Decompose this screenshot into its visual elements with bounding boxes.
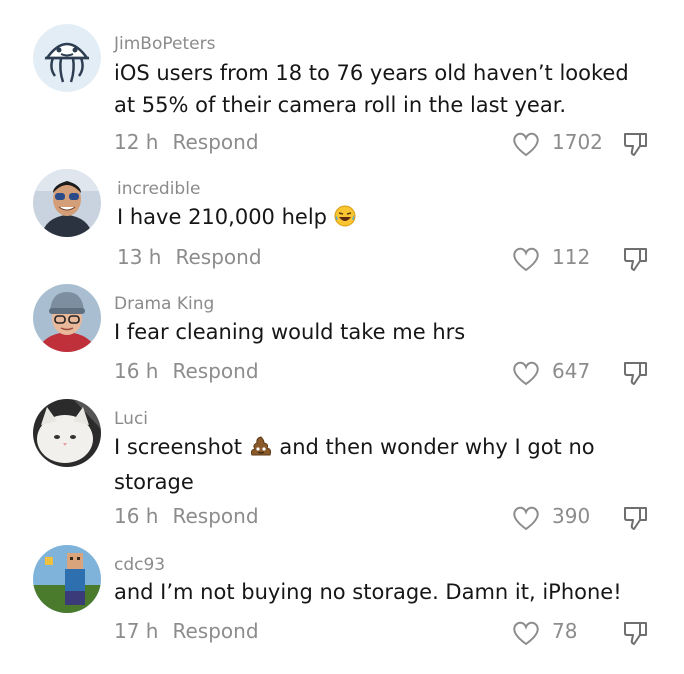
comment-text: I fear cleaning would take me hrs <box>114 320 466 344</box>
dislike-icon[interactable] <box>621 617 651 647</box>
comment-text-content: I have 210,000 help <box>117 205 327 229</box>
comment-meta: 16 h Respond <box>114 504 259 528</box>
respond-button[interactable]: Respond <box>172 619 258 643</box>
comment-text: and I’m not buying no storage. Damn it, … <box>114 580 622 604</box>
heart-icon[interactable] <box>511 503 541 533</box>
avatar[interactable] <box>33 284 101 352</box>
comment-text: I screenshot and then wonder why I got n… <box>114 431 634 498</box>
username[interactable]: JimBoPeters <box>114 34 215 54</box>
heart-icon[interactable] <box>511 129 541 159</box>
comment-meta: 17 h Respond <box>114 619 259 643</box>
timestamp: 13 h <box>117 245 162 269</box>
timestamp: 16 h <box>114 359 159 383</box>
poop-emoji <box>249 434 273 466</box>
like-count: 1702 <box>552 130 603 154</box>
timestamp: 16 h <box>114 504 159 528</box>
like-count: 390 <box>552 504 591 528</box>
respond-button[interactable]: Respond <box>172 359 258 383</box>
username[interactable]: Luci <box>114 409 148 429</box>
heart-icon[interactable] <box>511 358 541 388</box>
username[interactable]: cdc93 <box>114 555 165 575</box>
avatar[interactable] <box>33 399 101 467</box>
dislike-icon[interactable] <box>621 502 651 532</box>
comment-meta: 13 h Respond <box>117 245 262 269</box>
like-count: 647 <box>552 359 591 383</box>
timestamp: 17 h <box>114 619 159 643</box>
username[interactable]: incredible <box>117 179 200 199</box>
respond-button[interactable]: Respond <box>172 130 258 154</box>
heart-icon[interactable] <box>511 244 541 274</box>
avatar[interactable] <box>33 169 101 237</box>
comment-text-start: I screenshot <box>114 435 243 459</box>
comment-text: iOS users from 18 to 76 years old haven’… <box>114 61 629 117</box>
like-count: 78 <box>552 619 578 643</box>
comment-meta: 12 h Respond <box>114 130 259 154</box>
username[interactable]: Drama King <box>114 294 214 314</box>
comment-meta: 16 h Respond <box>114 359 259 383</box>
timestamp: 12 h <box>114 130 159 154</box>
heart-icon[interactable] <box>511 618 541 648</box>
comment-text: I have 210,000 help <box>117 201 657 236</box>
avatar[interactable] <box>33 545 101 613</box>
respond-button[interactable]: Respond <box>175 245 261 269</box>
respond-button[interactable]: Respond <box>172 504 258 528</box>
dislike-icon[interactable] <box>621 243 651 273</box>
dislike-icon[interactable] <box>621 128 651 158</box>
dislike-icon[interactable] <box>621 357 651 387</box>
laughing-tears-emoji <box>334 204 356 236</box>
avatar[interactable] <box>33 24 101 92</box>
like-count: 112 <box>552 245 591 269</box>
